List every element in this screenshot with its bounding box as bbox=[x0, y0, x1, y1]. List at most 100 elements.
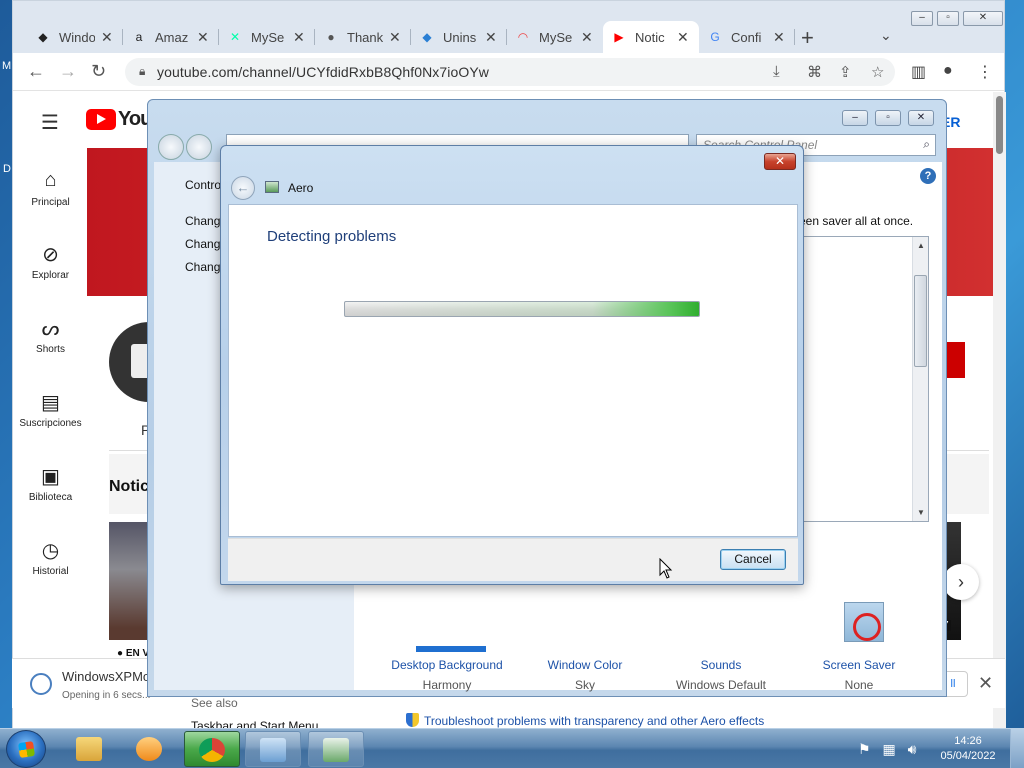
address-bar[interactable]: 🔒︎ youtube.com/channel/UCYfdidRxbB8Qhf0N… bbox=[125, 58, 895, 86]
close-tab-icon[interactable]: ✕ bbox=[485, 29, 497, 46]
tab-search-icon[interactable]: ⌄ bbox=[880, 27, 892, 44]
control-panel-home-link[interactable]: Contro bbox=[185, 178, 221, 192]
screen-saver-link[interactable]: Screen Saver None bbox=[784, 658, 934, 692]
desktop-background-thumbnail[interactable] bbox=[416, 646, 486, 652]
network-icon[interactable]: ▦ bbox=[882, 741, 895, 757]
desktop-background-link[interactable]: Desktop Background Harmony bbox=[372, 658, 522, 692]
action-center-icon[interactable]: ⚑ bbox=[858, 741, 871, 757]
download-status: Opening in 6 secs... bbox=[62, 690, 151, 701]
left-link[interactable]: Chang bbox=[185, 214, 220, 228]
close-tab-icon[interactable]: ✕ bbox=[389, 29, 401, 46]
close-tab-icon[interactable]: ✕ bbox=[197, 29, 209, 46]
taskbar-troubleshooter[interactable] bbox=[308, 731, 364, 767]
google-icon: G bbox=[710, 30, 720, 44]
volume-icon[interactable]: 🔊︎ bbox=[908, 741, 917, 757]
close-button[interactable]: ✕ bbox=[764, 153, 796, 170]
browser-tab[interactable]: ◆ Unins ✕ bbox=[411, 21, 507, 53]
reload-icon[interactable]: ↻ bbox=[91, 61, 106, 82]
property-name[interactable]: Screen Saver bbox=[784, 658, 934, 672]
theme-list[interactable]: ▲ ▼ bbox=[799, 236, 929, 522]
forward-icon[interactable] bbox=[186, 134, 212, 160]
forward-icon[interactable]: → bbox=[59, 61, 77, 82]
system-tray: ⚑ ▦ 🔊︎ bbox=[858, 741, 916, 758]
maximize-button[interactable]: ▫ bbox=[875, 110, 901, 126]
sidebar-item-suscripciones[interactable]: ▤ Suscripciones bbox=[13, 390, 88, 429]
scroll-up-icon[interactable]: ▲ bbox=[917, 241, 925, 250]
desktop-icon-label: M bbox=[2, 60, 12, 72]
see-also-heading: See also bbox=[191, 696, 238, 710]
share-icon[interactable]: ⇪ bbox=[839, 63, 852, 81]
new-tab-button[interactable]: + bbox=[801, 25, 814, 51]
close-tab-icon[interactable]: ✕ bbox=[677, 29, 689, 46]
property-name[interactable]: Desktop Background bbox=[372, 658, 522, 672]
search-icon[interactable]: ⌕ bbox=[923, 137, 930, 152]
browser-tab[interactable]: ◆ Windo ✕ bbox=[27, 21, 123, 53]
back-icon[interactable]: ← bbox=[27, 61, 45, 82]
sidebar-item-biblioteca[interactable]: ▣ Biblioteca bbox=[13, 464, 88, 503]
browser-tab[interactable]: ▶ Notic ✕ bbox=[603, 21, 699, 53]
download-filename[interactable]: WindowsXPMo bbox=[62, 669, 152, 684]
side-panel-icon[interactable]: ▥ bbox=[911, 62, 926, 82]
taskbar-explorer[interactable] bbox=[62, 731, 118, 767]
close-button[interactable]: ✕ bbox=[908, 110, 934, 126]
property-name[interactable]: Sounds bbox=[646, 658, 796, 672]
sidebar-item-principal[interactable]: ⌂ Principal bbox=[13, 169, 88, 208]
left-link[interactable]: Chang bbox=[185, 237, 220, 251]
scrollbar-thumb[interactable] bbox=[914, 275, 927, 367]
address-url[interactable]: youtube.com/channel/UCYfdidRxbB8Qhf0Nx7i… bbox=[157, 64, 489, 80]
carousel-next-button[interactable]: › bbox=[943, 564, 979, 600]
translate-icon[interactable]: ⌘ bbox=[807, 63, 822, 81]
back-arrow-icon[interactable]: ← bbox=[231, 176, 255, 200]
close-tab-icon[interactable]: ✕ bbox=[773, 29, 785, 46]
shorts-icon: ᔕ bbox=[41, 318, 60, 340]
minimize-button[interactable]: – bbox=[842, 110, 868, 126]
troubleshoot-aero-link[interactable]: Troubleshoot problems with transparency … bbox=[406, 713, 764, 728]
page-scrollbar[interactable] bbox=[993, 92, 1006, 733]
video-thumbnail[interactable] bbox=[109, 522, 151, 640]
window-color-link[interactable]: Window Color Sky bbox=[510, 658, 660, 692]
bookmark-star-icon[interactable]: ☆ bbox=[871, 63, 884, 81]
github-icon: ◆ bbox=[38, 30, 48, 44]
browser-tab[interactable]: ✕ MySe ✕ bbox=[219, 21, 315, 53]
menu-kebab-icon[interactable]: ⋮ bbox=[977, 62, 993, 82]
install-app-icon[interactable]: ⤓ bbox=[773, 63, 780, 80]
left-link[interactable]: Chang bbox=[185, 260, 220, 274]
aero-app-icon bbox=[265, 181, 279, 193]
close-tab-icon[interactable]: ✕ bbox=[293, 29, 305, 46]
property-name[interactable]: Window Color bbox=[510, 658, 660, 672]
sidebar-item-shorts[interactable]: ᔕ Shorts bbox=[13, 316, 88, 355]
start-button[interactable] bbox=[6, 730, 46, 768]
troubleshoot-link-text[interactable]: Troubleshoot problems with transparency … bbox=[424, 714, 764, 728]
close-download-bar-icon[interactable]: ✕ bbox=[978, 673, 993, 694]
profile-avatar-icon[interactable]: ● bbox=[943, 62, 953, 80]
scroll-down-icon[interactable]: ▼ bbox=[917, 508, 925, 517]
taskbar-chrome[interactable] bbox=[184, 731, 240, 767]
windows-taskbar: ⚑ ▦ 🔊︎ 14:26 05/04/2022 bbox=[0, 728, 1024, 768]
sidebar-item-explorar[interactable]: ⊘ Explorar bbox=[13, 242, 88, 281]
close-button[interactable]: ✕ bbox=[963, 11, 1003, 26]
close-tab-icon[interactable]: ✕ bbox=[581, 29, 593, 46]
browser-tab[interactable]: G Confi ✕ bbox=[699, 21, 795, 53]
theme-list-scrollbar[interactable]: ▲ ▼ bbox=[912, 237, 928, 521]
browser-tab[interactable]: ● Thank ✕ bbox=[315, 21, 411, 53]
screen-saver-icon[interactable] bbox=[844, 602, 884, 642]
clock[interactable]: 14:26 05/04/2022 bbox=[936, 734, 1000, 764]
lock-icon[interactable]: 🔒︎ bbox=[139, 64, 145, 79]
taskbar-control-panel[interactable] bbox=[245, 731, 301, 767]
close-tab-icon[interactable]: ✕ bbox=[101, 29, 113, 46]
sidebar-item-historial[interactable]: ◷ Historial bbox=[13, 538, 88, 577]
hamburger-menu-icon[interactable]: ☰ bbox=[41, 110, 59, 135]
media-player-icon bbox=[136, 737, 162, 761]
back-icon[interactable] bbox=[158, 134, 184, 160]
taskbar-media-player[interactable] bbox=[122, 731, 178, 767]
scrollbar-thumb[interactable] bbox=[996, 96, 1003, 154]
help-icon[interactable]: ? bbox=[920, 168, 936, 184]
sounds-link[interactable]: Sounds Windows Default bbox=[646, 658, 796, 692]
browser-tab[interactable]: a Amaz ✕ bbox=[123, 21, 219, 53]
cancel-button[interactable]: Cancel bbox=[720, 549, 786, 570]
subscriptions-icon: ▤ bbox=[41, 392, 60, 414]
browser-tab[interactable]: ◠ MySe ✕ bbox=[507, 21, 603, 53]
maximize-button[interactable]: ▫ bbox=[937, 11, 959, 26]
show-desktop-button[interactable] bbox=[1010, 729, 1024, 768]
minimize-button[interactable]: – bbox=[911, 11, 933, 26]
